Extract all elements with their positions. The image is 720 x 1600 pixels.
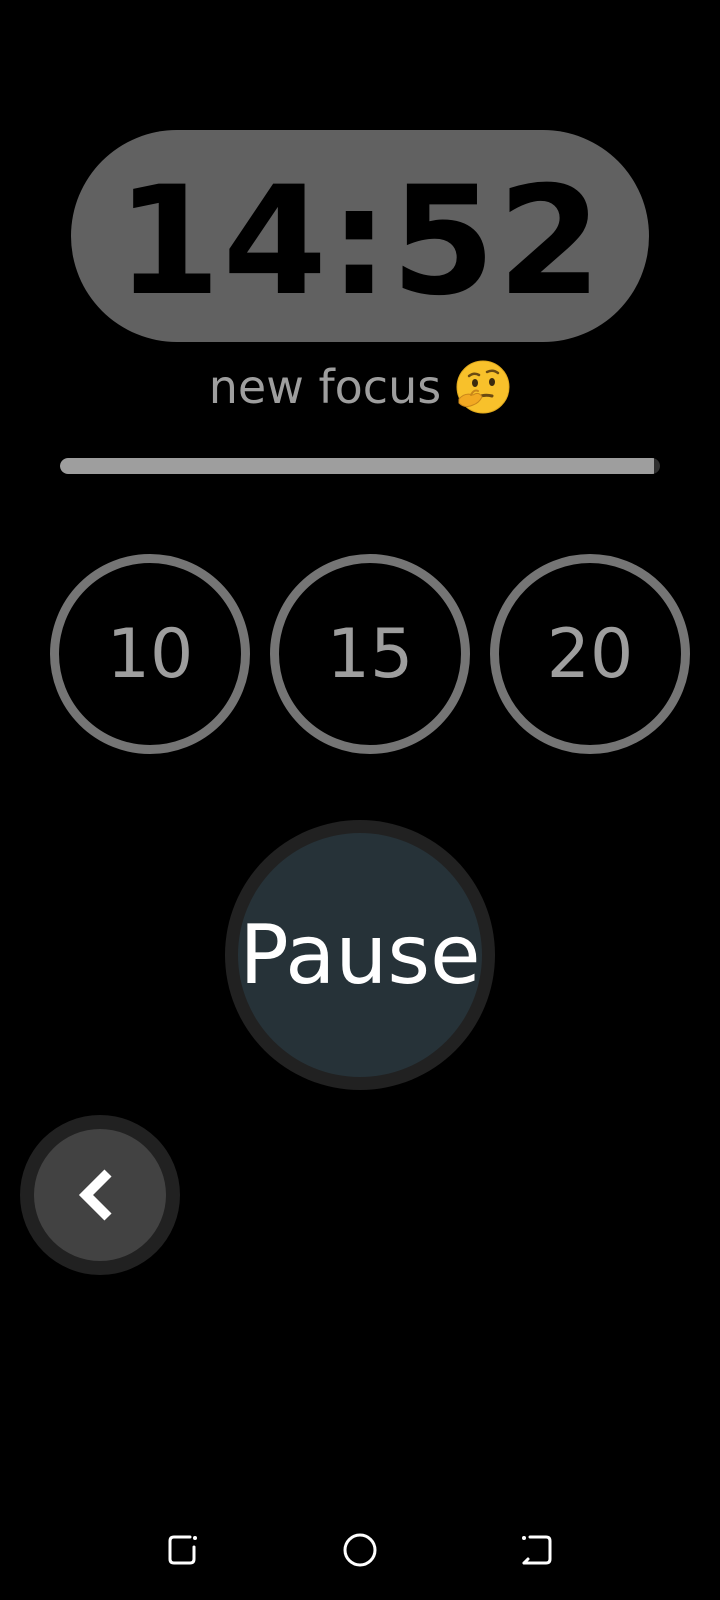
progress-fill [60,458,654,474]
thinking-face-icon [455,359,511,415]
session-progress-bar [60,458,660,474]
chevron-left-icon [78,1169,112,1221]
timer-display: 14:52 [71,130,649,342]
pause-label: Pause [239,907,481,1003]
timer-text: 14:52 [116,155,604,329]
pause-button[interactable]: Pause [225,820,495,1090]
preset-label: 10 [106,614,194,694]
back-button[interactable] [20,1115,180,1275]
preset-20-button[interactable]: 20 [490,554,690,754]
recents-button[interactable] [162,1528,206,1572]
preset-label: 20 [546,614,634,694]
home-button[interactable] [338,1528,382,1572]
session-label-text: new focus [208,360,442,414]
home-icon [343,1533,377,1567]
system-navigation-bar [0,1500,720,1600]
pause-button-face[interactable]: Pause [238,833,482,1077]
recents-icon [168,1535,197,1565]
preset-15-button[interactable]: 15 [270,554,470,754]
system-back-button[interactable] [514,1528,558,1572]
focus-timer-screen: 14:52 new focus 10 15 20 Pause [0,0,720,1600]
back-button-face[interactable] [34,1129,166,1261]
back-icon [522,1535,552,1565]
preset-10-button[interactable]: 10 [50,554,250,754]
preset-label: 15 [326,614,414,694]
session-label: new focus [0,355,720,419]
